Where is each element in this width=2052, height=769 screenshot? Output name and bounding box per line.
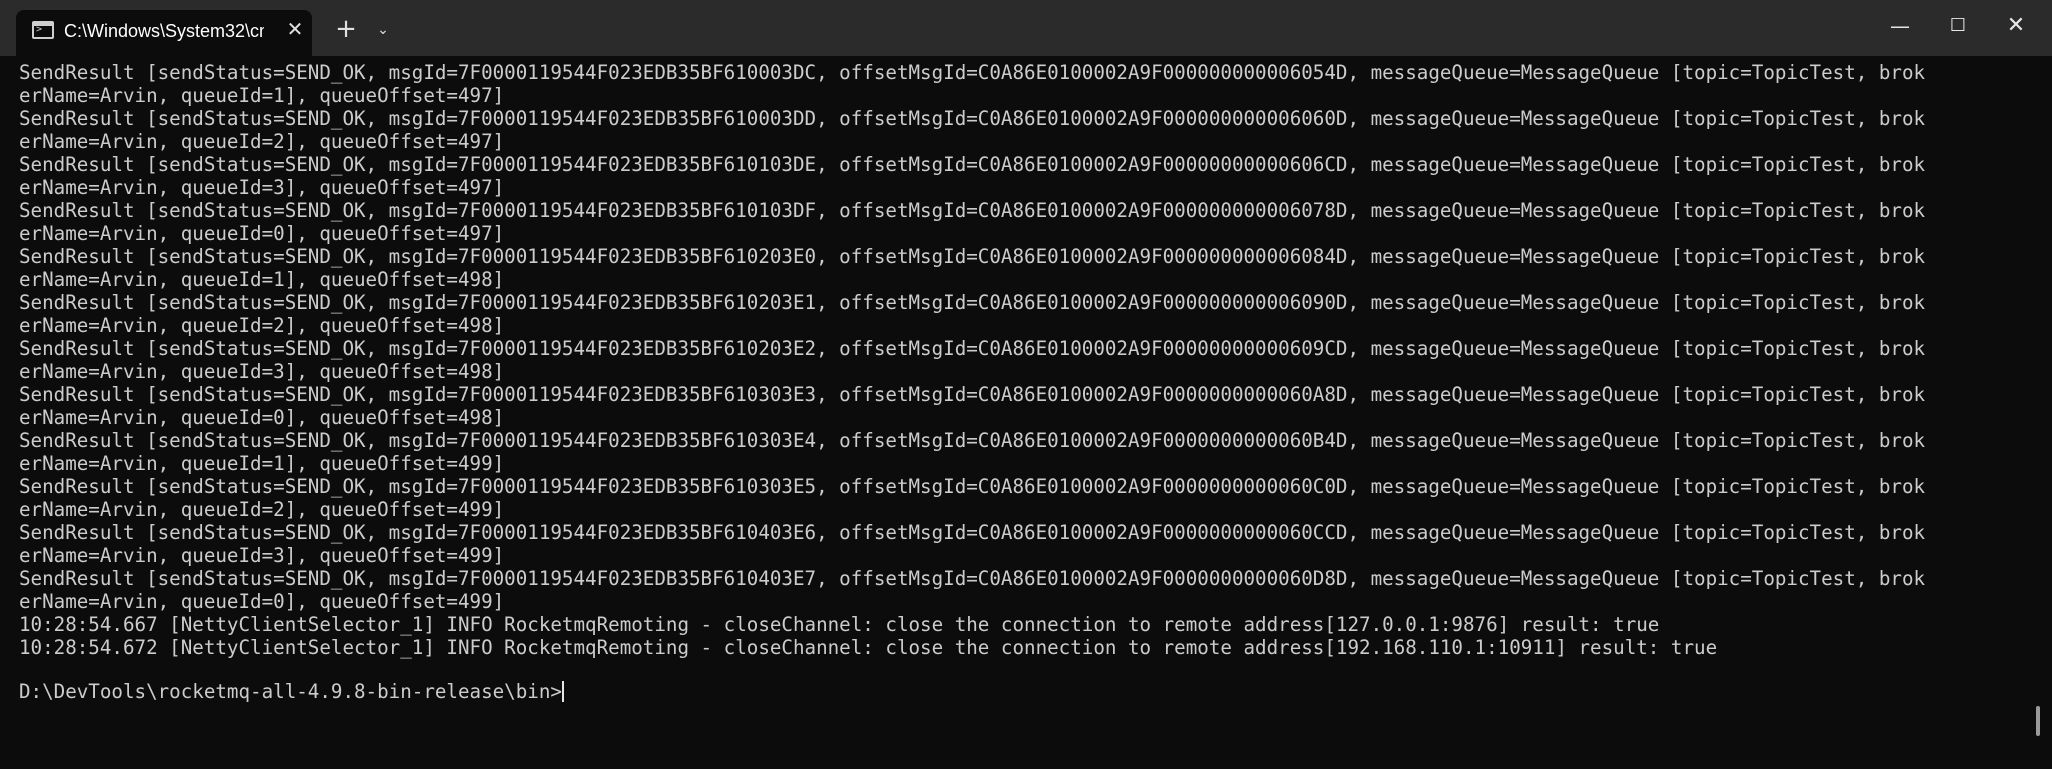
text-cursor — [561, 681, 564, 702]
console-line: erName=Arvin, queueId=3], queueOffset=49… — [19, 544, 505, 567]
console-line: SendResult [sendStatus=SEND_OK, msgId=7F… — [19, 475, 1926, 498]
tab-close-icon[interactable]: ✕ — [284, 18, 306, 40]
console-line: 10:28:54.667 [NettyClientSelector_1] INF… — [19, 613, 1660, 636]
scrollbar-track[interactable] — [2040, 56, 2052, 769]
console-line: erName=Arvin, queueId=1], queueOffset=49… — [19, 452, 505, 475]
tab-cmd[interactable]: C:\Windows\System32\cmd.ex ✕ — [16, 10, 312, 56]
console-line: SendResult [sendStatus=SEND_OK, msgId=7F… — [19, 153, 1926, 176]
console-line: erName=Arvin, queueId=0], queueOffset=49… — [19, 406, 505, 429]
console-line: SendResult [sendStatus=SEND_OK, msgId=7F… — [19, 291, 1926, 314]
console-line: erName=Arvin, queueId=1], queueOffset=49… — [19, 84, 505, 107]
console-line: SendResult [sendStatus=SEND_OK, msgId=7F… — [19, 199, 1926, 222]
console-line: erName=Arvin, queueId=0], queueOffset=49… — [19, 590, 505, 613]
console-line: SendResult [sendStatus=SEND_OK, msgId=7F… — [19, 383, 1926, 406]
console-line: SendResult [sendStatus=SEND_OK, msgId=7F… — [19, 107, 1926, 130]
console-line: erName=Arvin, queueId=0], queueOffset=49… — [19, 222, 505, 245]
console-line: SendResult [sendStatus=SEND_OK, msgId=7F… — [19, 521, 1926, 544]
maximize-button[interactable]: ☐ — [1928, 6, 1988, 46]
console-line: SendResult [sendStatus=SEND_OK, msgId=7F… — [19, 61, 1926, 84]
new-tab-button[interactable]: + — [334, 16, 358, 42]
close-window-button[interactable]: ✕ — [1986, 6, 2046, 46]
console-line: erName=Arvin, queueId=3], queueOffset=49… — [19, 360, 505, 383]
console-lines: SendResult [sendStatus=SEND_OK, msgId=7F… — [19, 61, 1925, 659]
console-line: SendResult [sendStatus=SEND_OK, msgId=7F… — [19, 567, 1926, 590]
console-line: SendResult [sendStatus=SEND_OK, msgId=7F… — [19, 245, 1926, 268]
minimize-button[interactable]: — — [1870, 6, 1930, 46]
console-line: erName=Arvin, queueId=1], queueOffset=49… — [19, 268, 505, 291]
tab-title: C:\Windows\System32\cmd.ex — [64, 21, 264, 41]
console-line: erName=Arvin, queueId=2], queueOffset=49… — [19, 498, 505, 521]
console-line: 10:28:54.672 [NettyClientSelector_1] INF… — [19, 636, 1718, 659]
console-line: erName=Arvin, queueId=2], queueOffset=49… — [19, 130, 505, 153]
chevron-down-icon[interactable]: ⌄ — [372, 19, 394, 41]
title-bar[interactable]: C:\Windows\System32\cmd.ex ✕ + ⌄ — ☐ ✕ — [0, 0, 2052, 56]
console-line: erName=Arvin, queueId=3], queueOffset=49… — [19, 176, 505, 199]
terminal-window: C:\Windows\System32\cmd.ex ✕ + ⌄ — ☐ ✕ S… — [0, 0, 2052, 769]
console-line: SendResult [sendStatus=SEND_OK, msgId=7F… — [19, 337, 1926, 360]
prompt-text: D:\DevTools\rocketmq-all-4.9.8-bin-relea… — [19, 680, 562, 703]
command-prompt[interactable]: D:\DevTools\rocketmq-all-4.9.8-bin-relea… — [19, 680, 564, 703]
terminal-icon — [32, 21, 54, 39]
console-line: SendResult [sendStatus=SEND_OK, msgId=7F… — [19, 429, 1926, 452]
console-output[interactable]: SendResult [sendStatus=SEND_OK, msgId=7F… — [0, 56, 2040, 769]
scrollbar-thumb[interactable] — [2036, 706, 2040, 736]
console-line: erName=Arvin, queueId=2], queueOffset=49… — [19, 314, 505, 337]
